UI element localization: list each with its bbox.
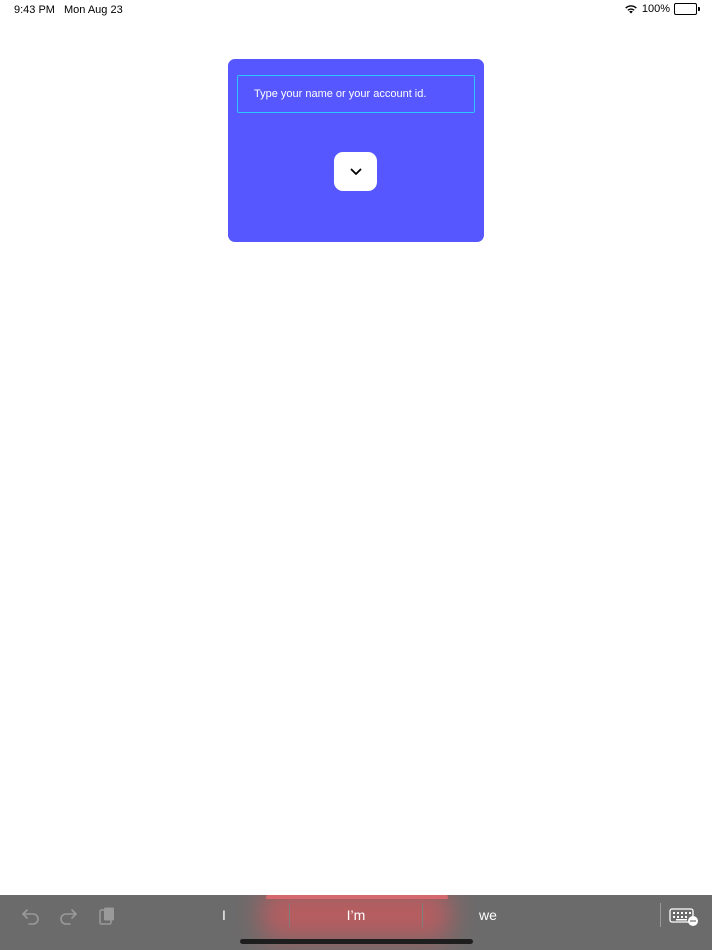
battery-icon: [674, 3, 700, 15]
keyboard-icon[interactable]: [669, 905, 699, 927]
status-bar: 9:43 PM Mon Aug 23 100%: [0, 0, 712, 20]
login-card: [228, 59, 484, 242]
status-date: Mon Aug 23: [64, 4, 123, 16]
chevron-down-icon: [350, 168, 362, 176]
keyboard-shortcut-bar: I I’m we: [0, 895, 712, 950]
home-indicator[interactable]: [240, 939, 473, 944]
suggestion-divider: [289, 903, 290, 927]
paste-icon[interactable]: [96, 905, 118, 927]
status-indicators: 100%: [624, 3, 700, 15]
redo-icon[interactable]: [57, 905, 79, 927]
undo-icon[interactable]: [20, 905, 42, 927]
status-time: 9:43 PM: [14, 4, 55, 16]
battery-percent: 100%: [641, 3, 670, 15]
wifi-icon: [624, 4, 638, 14]
suggestion-2[interactable]: I’m: [326, 907, 386, 923]
keyboard-divider: [660, 903, 661, 927]
account-id-input[interactable]: [237, 75, 475, 113]
suggestion-3[interactable]: we: [458, 907, 518, 923]
suggestion-divider: [422, 903, 423, 927]
red-panel-edge: [266, 895, 448, 899]
suggestion-1[interactable]: I: [194, 907, 254, 923]
expand-button[interactable]: [334, 152, 377, 191]
